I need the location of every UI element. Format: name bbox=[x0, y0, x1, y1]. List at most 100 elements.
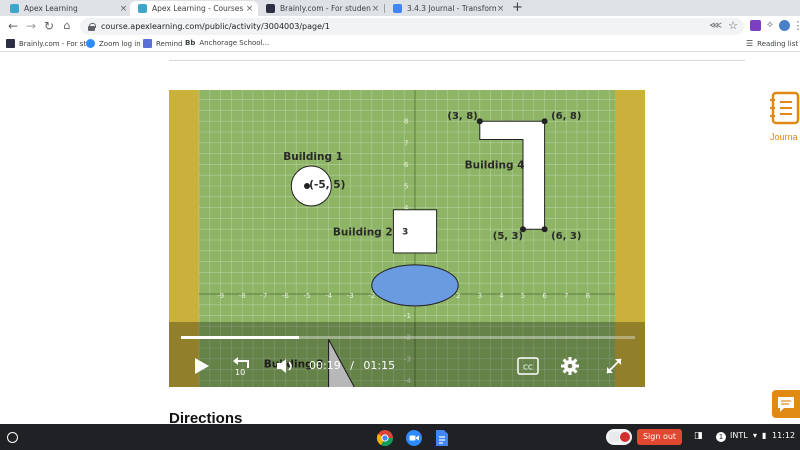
chat-button[interactable] bbox=[772, 390, 800, 418]
address-url: course.apexlearning.com/public/activity/… bbox=[101, 22, 330, 31]
reading-list-icon: ☰ bbox=[746, 39, 754, 48]
current-time: 00:19 bbox=[309, 359, 341, 372]
fullscreen-icon[interactable] bbox=[605, 357, 623, 375]
account-pill[interactable] bbox=[606, 429, 632, 445]
closed-captions-button[interactable]: CC bbox=[517, 357, 539, 375]
vertex-point bbox=[541, 226, 548, 233]
x-tick-label: -2 bbox=[368, 292, 375, 300]
tab-title: Apex Learning bbox=[24, 4, 78, 13]
tab-apex-courses[interactable]: Apex Learning - Courses × bbox=[130, 1, 258, 16]
chrome-app-icon[interactable] bbox=[376, 429, 394, 447]
reload-icon[interactable]: ↻ bbox=[42, 19, 56, 33]
tab-title: 3.4.3 Journal - Transformations bbox=[407, 4, 496, 13]
clock-time[interactable]: 11:12 bbox=[772, 431, 795, 440]
lock-icon bbox=[88, 22, 96, 31]
tab-apex-learning[interactable]: Apex Learning × bbox=[2, 1, 132, 16]
video-progress-bar[interactable] bbox=[181, 336, 635, 339]
y-tick-label: 8 bbox=[404, 118, 408, 126]
bookmark-zoom[interactable]: Zoom log in bbox=[86, 39, 141, 48]
launcher-circle-icon[interactable] bbox=[7, 432, 18, 443]
x-tick-label: 3 bbox=[478, 292, 482, 300]
divider bbox=[169, 60, 745, 61]
zoom-app-icon[interactable] bbox=[405, 429, 423, 447]
tab-brainly[interactable]: Brainly.com - For students. By st × bbox=[258, 1, 384, 16]
home-icon[interactable]: ⌂ bbox=[60, 19, 74, 33]
settings-gear-icon[interactable] bbox=[560, 356, 580, 376]
bookmark-anchorage-school[interactable]: Bb Anchorage School... bbox=[185, 39, 269, 47]
bookmark-brainly[interactable]: Brainly.com - For st... bbox=[6, 39, 93, 48]
coordinate-plane-frame: -9-8-7-6-5-4-3-2-11234567887654321-1-2-3… bbox=[169, 90, 645, 387]
new-tab-button[interactable]: + bbox=[512, 1, 523, 15]
shape-label-pt-3-8: (3, 8) bbox=[447, 111, 477, 122]
bookmark-label: Brainly.com - For st... bbox=[19, 39, 93, 48]
apex-favicon-icon bbox=[10, 4, 19, 13]
reading-list-label: Reading list bbox=[757, 39, 799, 48]
cast-icon[interactable]: ◨ bbox=[694, 431, 703, 441]
x-tick-label: 5 bbox=[521, 292, 525, 300]
shape-label-building2: Building 2 bbox=[333, 227, 393, 239]
blackboard-icon: Bb bbox=[185, 39, 196, 47]
bookmark-label: Anchorage School... bbox=[199, 39, 270, 47]
notification-dot-icon bbox=[620, 432, 630, 442]
tab-title: Brainly.com - For students. By st bbox=[280, 4, 371, 13]
wifi-icon[interactable]: ▾ bbox=[753, 431, 757, 440]
duration: 01:15 bbox=[363, 359, 396, 372]
ellipse-shape bbox=[371, 264, 459, 307]
x-tick-label: -3 bbox=[347, 292, 354, 300]
notification-count-badge[interactable]: 1 bbox=[716, 432, 726, 442]
extension-icon[interactable] bbox=[750, 20, 761, 31]
extensions-puzzle-icon[interactable]: ✧ bbox=[763, 19, 777, 33]
close-tab-icon[interactable]: × bbox=[245, 4, 254, 14]
brainly-icon bbox=[6, 39, 15, 48]
reading-list-button[interactable]: ☰ Reading list bbox=[746, 39, 798, 48]
tab-journal[interactable]: 3.4.3 Journal - Transformations × bbox=[385, 1, 509, 16]
video-player[interactable]: -9-8-7-6-5-4-3-2-11234567887654321-1-2-3… bbox=[169, 90, 645, 387]
share-icon[interactable]: ⋘ bbox=[709, 21, 722, 31]
forward-arrow-icon[interactable]: → bbox=[24, 19, 38, 33]
y-tick-label: 6 bbox=[404, 161, 409, 169]
y-tick-label: 5 bbox=[404, 183, 408, 191]
account-avatar bbox=[609, 432, 619, 442]
journal-sidebar-button[interactable]: Journa bbox=[768, 90, 800, 142]
shape-label-building1: Building 1 bbox=[283, 151, 343, 163]
play-icon[interactable] bbox=[191, 356, 211, 376]
profile-avatar[interactable] bbox=[779, 20, 790, 31]
tab-title: Apex Learning - Courses bbox=[152, 4, 244, 13]
shape-label-pt-6-8: (6, 8) bbox=[551, 111, 581, 122]
close-tab-icon[interactable]: × bbox=[119, 4, 128, 14]
sign-out-button[interactable]: Sign out bbox=[637, 429, 682, 445]
browser-toolbar: ← → ↻ ⌂ course.apexlearning.com/public/a… bbox=[0, 16, 800, 36]
shape-label-pt-5-3: (5, 3) bbox=[493, 231, 523, 242]
rewind-10-icon[interactable]: 10 bbox=[231, 354, 253, 376]
menu-kebab-icon[interactable]: ⋮ bbox=[791, 19, 800, 33]
vertex-point bbox=[541, 118, 548, 125]
bookmark-star-icon[interactable]: ☆ bbox=[728, 19, 738, 32]
tab-strip: Apex Learning × Apex Learning - Courses … bbox=[0, 0, 800, 16]
time-separator: / bbox=[350, 359, 354, 372]
keyboard-layout[interactable]: INTL bbox=[730, 431, 748, 440]
battery-icon[interactable]: ▮ bbox=[762, 431, 766, 440]
close-tab-icon[interactable]: × bbox=[496, 4, 505, 14]
address-bar[interactable]: course.apexlearning.com/public/activity/… bbox=[80, 18, 744, 35]
x-tick-label: 2 bbox=[456, 292, 460, 300]
x-tick-label: -4 bbox=[325, 292, 333, 300]
back-arrow-icon[interactable]: ← bbox=[6, 19, 20, 33]
chat-bubble-icon bbox=[778, 397, 794, 412]
shape-label-pt-6-3: (6, 3) bbox=[551, 231, 581, 242]
bookmark-label: Zoom log in bbox=[99, 39, 141, 48]
shape-label-building1-point: (-5, 5) bbox=[309, 179, 345, 191]
bookmarks-bar: Brainly.com - For st... Zoom log in Remi… bbox=[0, 36, 800, 52]
skip-back-seconds: 10 bbox=[235, 368, 245, 376]
os-shelf: Sign out ◨ 1 INTL ▾ ▮ 11:12 bbox=[0, 424, 800, 450]
x-tick-label: -9 bbox=[217, 292, 224, 300]
bookmark-remind[interactable]: Remind bbox=[143, 39, 183, 48]
brainly-favicon-icon bbox=[266, 4, 275, 13]
x-tick-label: -8 bbox=[239, 292, 246, 300]
docs-app-icon[interactable] bbox=[434, 429, 450, 447]
x-tick-label: 4 bbox=[499, 292, 504, 300]
close-tab-icon[interactable]: × bbox=[371, 4, 380, 14]
volume-icon[interactable] bbox=[275, 356, 297, 376]
journal-label: Journa bbox=[770, 132, 798, 142]
y-tick-label: 7 bbox=[404, 139, 408, 147]
cc-label: CC bbox=[523, 364, 533, 372]
